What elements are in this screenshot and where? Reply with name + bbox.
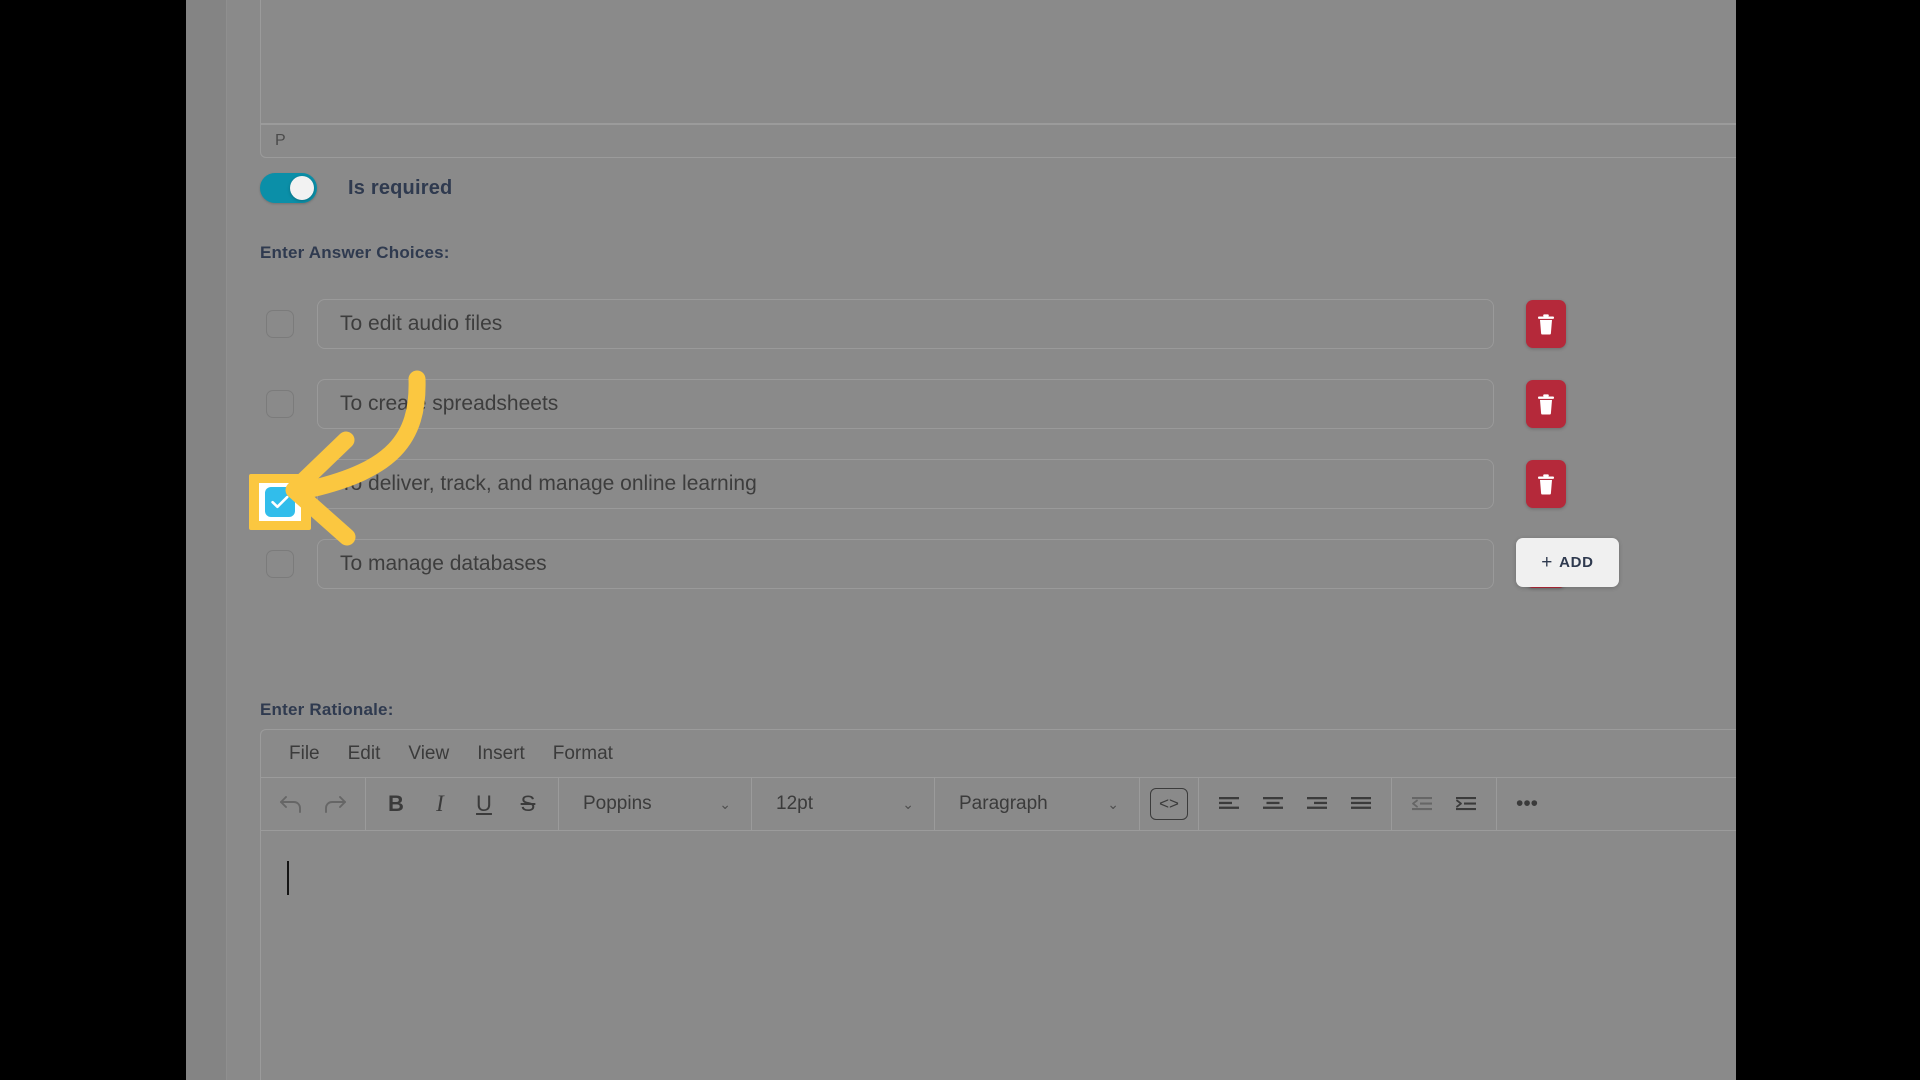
answer-choice-3-input[interactable]: To deliver, track, and manage online lea… xyxy=(317,459,1494,509)
answer-choice-2-checkbox[interactable] xyxy=(266,390,294,418)
align-right-button[interactable] xyxy=(1297,784,1337,824)
toolbar-group-font-family: Poppins ⌄ xyxy=(559,778,752,830)
highlight-inner xyxy=(259,483,301,521)
align-left-button[interactable] xyxy=(1209,784,1249,824)
rationale-editor: File Edit View Insert Format B I U S Pop… xyxy=(260,729,1736,1080)
question-editor-status-bar: P xyxy=(260,124,1736,158)
chevron-down-icon: ⌄ xyxy=(719,795,731,812)
answer-choice-4-checkbox-wrap xyxy=(249,550,311,578)
answer-choice-3-checkbox[interactable] xyxy=(265,487,295,517)
menu-insert[interactable]: Insert xyxy=(463,739,539,769)
font-family-select[interactable]: Poppins ⌄ xyxy=(569,784,741,824)
answer-choice-row: To deliver, track, and manage online lea… xyxy=(227,444,1736,530)
toolbar-group-source: <> xyxy=(1140,778,1199,830)
check-icon xyxy=(271,495,289,509)
answer-choice-2-input[interactable]: To create spreadsheets xyxy=(317,379,1494,429)
app-viewport: P Is required Enter Answer Choices: To e… xyxy=(186,0,1736,1080)
answer-choice-1-input[interactable]: To edit audio files xyxy=(317,299,1494,349)
menu-file[interactable]: File xyxy=(275,739,334,769)
font-family-value: Poppins xyxy=(583,793,652,814)
toolbar-group-font-size: 12pt ⌄ xyxy=(752,778,935,830)
font-size-value: 12pt xyxy=(776,793,813,814)
source-code-button[interactable]: <> xyxy=(1150,788,1188,820)
editor-menubar: File Edit View Insert Format xyxy=(261,730,1736,777)
trash-icon xyxy=(1538,313,1554,334)
more-options-button[interactable]: ••• xyxy=(1507,784,1547,824)
indent-button[interactable] xyxy=(1446,784,1486,824)
answer-choices-list: To edit audio files To create spreadshee… xyxy=(227,284,1736,604)
answer-choice-1-delete-button[interactable] xyxy=(1526,300,1566,348)
add-answer-choice-button[interactable]: + ADD xyxy=(1516,538,1619,587)
bold-button[interactable]: B xyxy=(376,784,416,824)
block-format-select[interactable]: Paragraph ⌄ xyxy=(945,784,1129,824)
chevron-down-icon: ⌄ xyxy=(1107,795,1119,812)
element-path-indicator: P xyxy=(275,132,286,149)
toolbar-group-history xyxy=(261,778,366,830)
rationale-edit-area[interactable] xyxy=(261,830,1736,1080)
italic-button[interactable]: I xyxy=(420,784,460,824)
is-required-toggle[interactable] xyxy=(260,173,317,203)
rationale-label: Enter Rationale: xyxy=(260,700,394,719)
toolbar-group-overflow: ••• xyxy=(1497,778,1557,830)
answer-choice-2-delete-button[interactable] xyxy=(1526,380,1566,428)
toggle-knob xyxy=(290,176,314,200)
is-required-row: Is required xyxy=(260,173,452,203)
question-editor-body[interactable] xyxy=(260,0,1736,124)
answer-choice-row: To manage databases + ADD xyxy=(227,524,1736,604)
is-required-label: Is required xyxy=(348,176,453,199)
undo-icon[interactable] xyxy=(271,784,311,824)
align-justify-button[interactable] xyxy=(1341,784,1381,824)
highlight-box xyxy=(249,474,311,530)
answer-choice-4-input[interactable]: To manage databases xyxy=(317,539,1494,589)
menu-format[interactable]: Format xyxy=(539,739,627,769)
answer-choice-4-checkbox[interactable] xyxy=(266,550,294,578)
underline-button[interactable]: U xyxy=(464,784,504,824)
block-format-value: Paragraph xyxy=(959,793,1048,814)
font-size-select[interactable]: 12pt ⌄ xyxy=(762,784,924,824)
chevron-down-icon: ⌄ xyxy=(902,795,914,812)
answer-choice-2-checkbox-wrap xyxy=(249,390,311,418)
outdent-button[interactable] xyxy=(1402,784,1442,824)
answer-choice-row: To create spreadsheets xyxy=(227,364,1736,444)
toolbar-group-indent xyxy=(1392,778,1497,830)
sidebar-rail xyxy=(186,0,227,1080)
trash-icon xyxy=(1538,393,1554,414)
page-content: P Is required Enter Answer Choices: To e… xyxy=(227,0,1736,1080)
add-button-label: ADD xyxy=(1559,554,1594,571)
answer-choice-1-checkbox-wrap xyxy=(249,310,311,338)
answer-choices-label: Enter Answer Choices: xyxy=(260,243,450,262)
answer-choice-3-delete-button[interactable] xyxy=(1526,460,1566,508)
answer-choice-row: To edit audio files xyxy=(227,284,1736,364)
editor-toolbar: B I U S Poppins ⌄ 12pt ⌄ Paragraph ⌄ <> … xyxy=(261,777,1736,830)
menu-view[interactable]: View xyxy=(394,739,463,769)
redo-icon[interactable] xyxy=(315,784,355,824)
strikethrough-button[interactable]: S xyxy=(508,784,548,824)
trash-icon xyxy=(1538,473,1554,494)
toolbar-group-block-format: Paragraph ⌄ xyxy=(935,778,1140,830)
plus-icon: + xyxy=(1541,551,1554,573)
toolbar-group-inline-format: B I U S xyxy=(366,778,559,830)
text-caret xyxy=(287,861,289,895)
toolbar-group-align xyxy=(1199,778,1392,830)
menu-edit[interactable]: Edit xyxy=(334,739,395,769)
answer-choice-1-checkbox[interactable] xyxy=(266,310,294,338)
align-center-button[interactable] xyxy=(1253,784,1293,824)
